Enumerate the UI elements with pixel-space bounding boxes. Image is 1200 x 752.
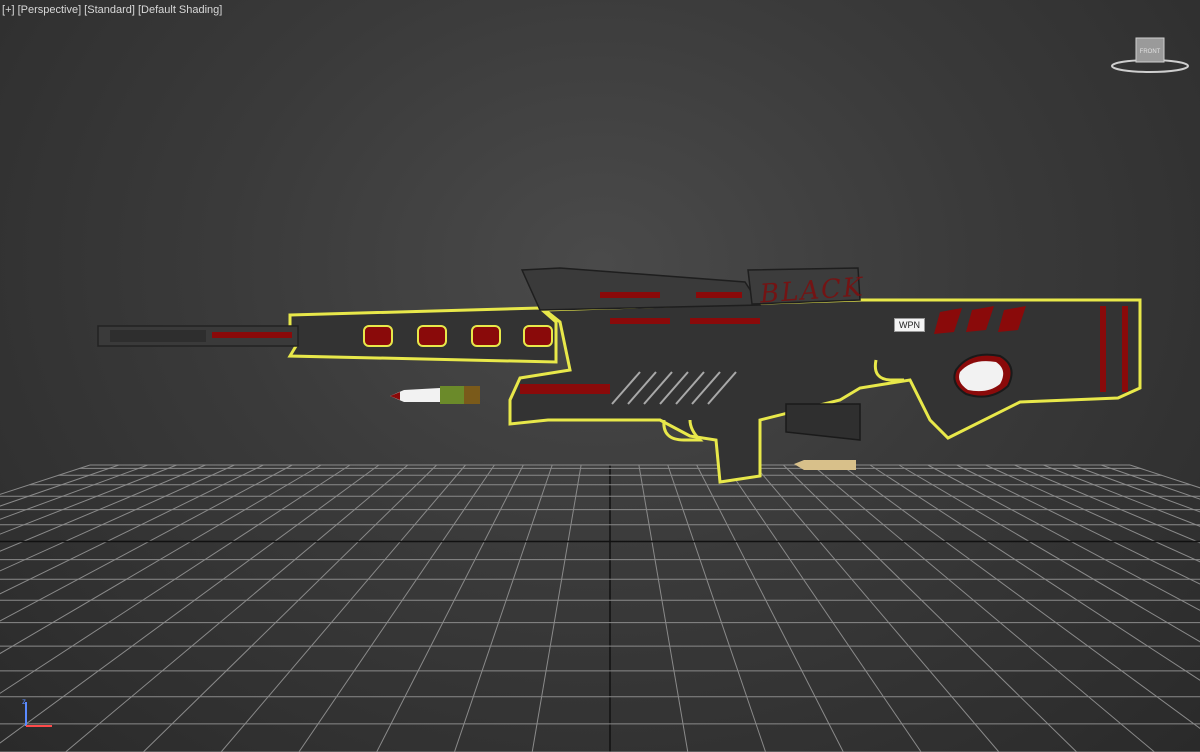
viewcube-face-label: FRONT: [1140, 49, 1161, 55]
object-name-tag[interactable]: WPN: [894, 318, 925, 332]
perspective-viewport[interactable]: + Perspective Standard Default Shading: [0, 0, 1200, 752]
viewcube-icon[interactable]: FRONT: [1110, 36, 1190, 76]
axis-tripod-icon: z: [22, 698, 52, 727]
weapon-model[interactable]: [0, 0, 1200, 752]
axis-z-label: z: [22, 698, 26, 706]
